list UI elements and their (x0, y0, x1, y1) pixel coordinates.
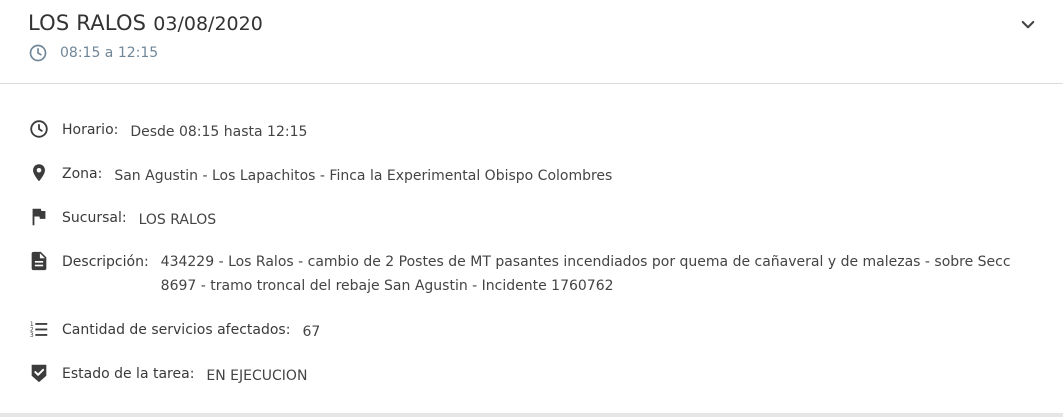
time-range: 08:15 a 12:15 (60, 45, 159, 61)
detail-horario: Horario: Desde 08:15 hasta 12:15 (28, 118, 307, 144)
zona-label: Zona: (62, 166, 103, 182)
descripcion-value: 434229 - Los Ralos - cambio de 2 Postes … (160, 254, 1011, 294)
task-card: LOS RALOS 03/08/2020 08:15 a 12:15 Horar… (0, 0, 1063, 417)
cantidad-value: 67 (302, 324, 321, 340)
list-icon: 1 2 3 (30, 321, 48, 339)
document-icon (31, 251, 47, 271)
zona-value: San Agustin - Los Lapachitos - Finca la … (114, 168, 613, 184)
time-range-row: 08:15 a 12:15 (28, 43, 158, 63)
detail-descripcion: Descripción: 434229 - Los Ralos - cambio… (28, 250, 1031, 298)
location-pin-icon (33, 164, 45, 182)
estado-value: EN EJECUCION (206, 368, 308, 384)
detail-cantidad: 1 2 3 Cantidad de servicios afectados: 6… (28, 318, 320, 344)
detail-estado: Estado de la tarea: EN EJECUCION (28, 362, 307, 388)
estado-label: Estado de la tarea: (62, 366, 195, 382)
cantidad-label: Cantidad de servicios afectados: (62, 322, 291, 338)
svg-text:3: 3 (30, 332, 34, 339)
detail-sucursal: Sucursal: LOS RALOS (28, 206, 216, 232)
bottom-divider (0, 413, 1063, 417)
clock-icon (29, 44, 47, 62)
clock-icon (30, 120, 48, 138)
task-header[interactable]: LOS RALOS 03/08/2020 08:15 a 12:15 (0, 0, 1063, 84)
detail-zona: Zona: San Agustin - Los Lapachitos - Fin… (28, 162, 612, 188)
flag-icon (32, 208, 46, 226)
sucursal-label: Sucursal: (62, 210, 127, 226)
task-title-name: LOS RALOS (28, 11, 147, 35)
horario-value: Desde 08:15 hasta 12:15 (130, 124, 308, 140)
sucursal-value: LOS RALOS (138, 212, 217, 228)
descripcion-label: Descripción: (62, 254, 149, 270)
horario-label: Horario: (62, 122, 119, 138)
chevron-down-icon[interactable] (1019, 16, 1037, 34)
task-title: LOS RALOS 03/08/2020 (28, 11, 263, 35)
task-title-date: 03/08/2020 (153, 13, 263, 35)
shield-check-icon (31, 364, 47, 383)
